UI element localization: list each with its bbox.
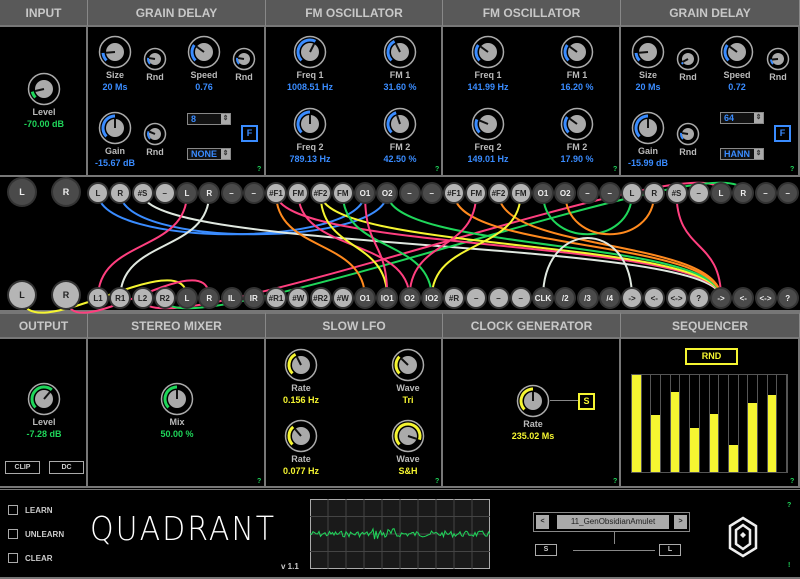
patch-jack[interactable]: ? (689, 289, 708, 307)
patch-jack[interactable]: O1 (534, 184, 552, 202)
patch-jack[interactable]: – (222, 184, 241, 202)
patch-cable[interactable] (97, 192, 188, 299)
patch-jack[interactable]: – (400, 184, 419, 202)
patch-jack[interactable]: #S (667, 184, 686, 202)
patch-jack[interactable]: – (689, 184, 708, 202)
patch-jack[interactable]: #F1 (267, 184, 285, 202)
patch-jack[interactable]: IR (244, 289, 263, 307)
patch-jack[interactable]: R (53, 179, 79, 205)
patch-jack[interactable]: /3 (578, 289, 597, 307)
patch-jack[interactable]: <-> (667, 289, 686, 307)
patch-jack[interactable]: – (155, 184, 174, 202)
patch-jack[interactable]: L (712, 184, 730, 202)
patch-jack[interactable]: <-> (756, 289, 775, 307)
patch-jack[interactable]: L1 (89, 289, 107, 307)
patch-jack[interactable]: IL (222, 289, 241, 307)
patch-jack[interactable]: O1 (356, 184, 374, 202)
patch-cable[interactable] (275, 192, 722, 299)
patch-cable[interactable] (319, 192, 722, 299)
patch-jack[interactable]: – (511, 289, 530, 307)
patch-jack[interactable]: #R2 (311, 289, 330, 307)
patch-jack[interactable]: #W (333, 289, 352, 307)
patch-jack[interactable]: IO2 (422, 289, 441, 307)
patch-jack[interactable]: #R1 (267, 289, 285, 307)
patch-jack[interactable]: – (600, 184, 619, 202)
patch-jack[interactable]: L (178, 184, 196, 202)
patch-jack[interactable]: #F2 (489, 184, 508, 202)
patch-jack[interactable]: FM (333, 184, 352, 202)
patch-jack[interactable]: /4 (600, 289, 619, 307)
patch-jack[interactable]: FM (511, 184, 530, 202)
patch-jack[interactable]: ? (778, 289, 797, 307)
patch-jack[interactable]: #R (445, 289, 463, 307)
patch-jack[interactable]: – (778, 184, 797, 202)
patch-jack[interactable]: R2 (155, 289, 174, 307)
patch-jack[interactable]: -> (623, 289, 641, 307)
patch-cable[interactable] (364, 192, 389, 299)
patch-jack[interactable]: L2 (133, 289, 152, 307)
patch-jack[interactable]: L (178, 289, 196, 307)
patch-jack[interactable]: L (623, 184, 641, 202)
patch-jack[interactable]: #F1 (445, 184, 463, 202)
patch-jack[interactable]: -> (712, 289, 730, 307)
patch-jack[interactable]: – (756, 184, 775, 202)
patch-jack[interactable]: – (578, 184, 597, 202)
patch-jack[interactable]: L (9, 282, 35, 308)
patch-jack[interactable]: L (9, 179, 35, 205)
patch-cable[interactable] (119, 192, 211, 299)
patch-jack[interactable]: CLK (534, 289, 552, 307)
patch-jack[interactable]: #F2 (311, 184, 330, 202)
patch-jack[interactable]: L (89, 184, 107, 202)
patch-jack[interactable]: – (422, 184, 441, 202)
patch-jack[interactable]: R (53, 282, 79, 308)
patch-jack[interactable]: #S (133, 184, 152, 202)
patch-jack[interactable]: O2 (400, 289, 419, 307)
patch-jack[interactable]: O1 (356, 289, 374, 307)
patch-jack[interactable]: – (244, 184, 263, 202)
patch-jack[interactable]: – (489, 289, 508, 307)
